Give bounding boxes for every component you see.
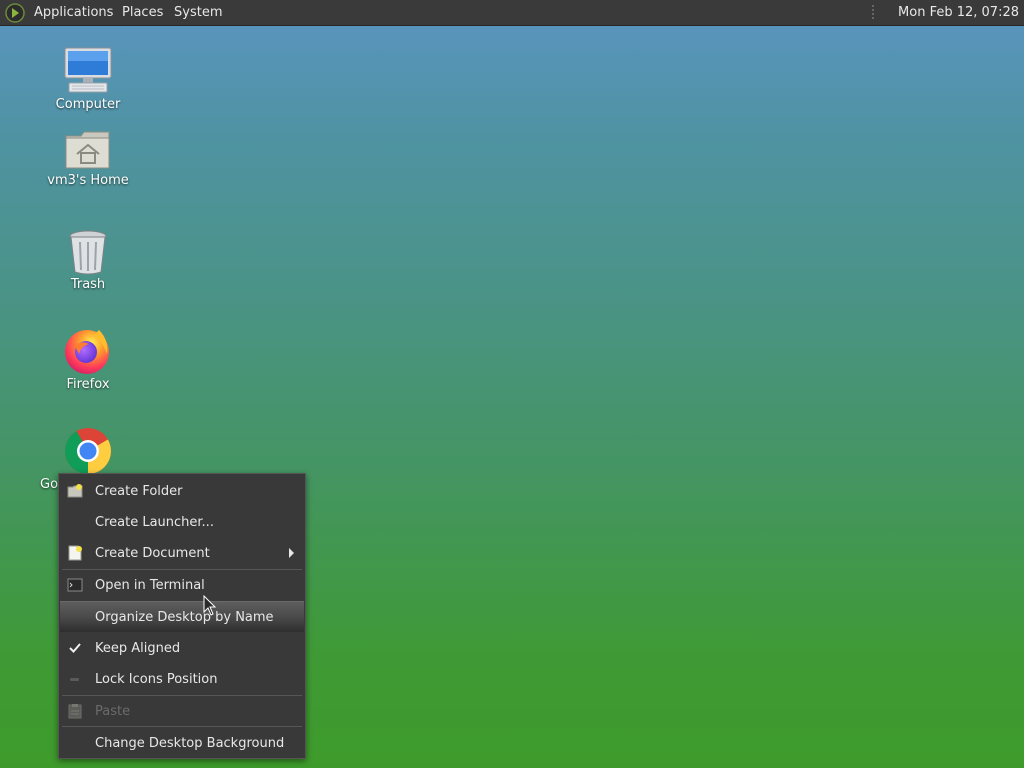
- desktop-icon-label: Computer: [55, 97, 121, 112]
- menu-item-label: Lock Icons Position: [95, 672, 218, 687]
- menu-item-open-terminal[interactable]: Open in Terminal: [60, 570, 304, 600]
- desktop-icon-trash[interactable]: Trash: [38, 228, 138, 292]
- folder-new-icon: [67, 484, 83, 498]
- menu-item-label: Create Document: [95, 546, 210, 561]
- firefox-icon: [65, 330, 109, 374]
- trash-icon: [69, 230, 107, 275]
- menu-item-paste: Paste: [60, 696, 304, 726]
- desktop-context-menu: Create Folder Create Launcher... Create …: [58, 473, 306, 759]
- menu-item-create-launcher[interactable]: Create Launcher...: [60, 507, 304, 537]
- menu-item-keep-aligned[interactable]: Keep Aligned: [60, 633, 304, 663]
- document-new-icon: [68, 545, 82, 561]
- places-menu[interactable]: Places: [122, 4, 163, 21]
- clock[interactable]: Mon Feb 12, 07:28: [898, 4, 1019, 21]
- home-folder-icon: [65, 131, 110, 169]
- submenu-arrow-icon: [289, 548, 294, 558]
- menu-item-label: Change Desktop Background: [95, 736, 285, 751]
- computer-icon: [64, 47, 112, 93]
- desktop-icon-home[interactable]: vm3's Home: [38, 128, 138, 188]
- applications-menu[interactable]: Applications: [34, 4, 113, 21]
- menu-item-label: Create Launcher...: [95, 515, 214, 530]
- menu-item-create-document[interactable]: Create Document: [60, 538, 304, 568]
- menu-item-label: Keep Aligned: [95, 641, 181, 656]
- menu-item-organize-desktop[interactable]: Organize Desktop by Name: [60, 601, 304, 632]
- clipboard-icon: [68, 704, 82, 719]
- menu-item-change-background[interactable]: Change Desktop Background: [60, 728, 304, 758]
- chrome-icon: [65, 428, 111, 474]
- mouse-pointer-icon: [203, 595, 217, 616]
- desktop-icon-computer[interactable]: Computer: [38, 46, 138, 112]
- menu-item-label: Organize Desktop by Name: [95, 610, 274, 625]
- toggle-off-icon: [70, 678, 79, 681]
- system-menu[interactable]: System: [174, 4, 222, 21]
- menu-item-label: Paste: [95, 704, 131, 719]
- panel-separator-handle[interactable]: [871, 4, 875, 21]
- menu-item-label: Open in Terminal: [95, 578, 205, 593]
- desktop-icon-label: vm3's Home: [47, 173, 129, 188]
- check-icon: [69, 643, 81, 653]
- menu-item-label: Create Folder: [95, 484, 183, 499]
- terminal-icon: [67, 578, 83, 592]
- desktop-icon-label: Firefox: [66, 377, 110, 392]
- menu-separator: [62, 726, 302, 727]
- menu-item-create-folder[interactable]: Create Folder: [60, 476, 304, 506]
- top-panel: Applications Places System Mon Feb 12, 0…: [0, 0, 1024, 26]
- desktop-icon-firefox[interactable]: Firefox: [38, 326, 138, 392]
- mate-logo-icon[interactable]: [5, 3, 25, 23]
- desktop-icon-label: Trash: [70, 277, 106, 292]
- menu-item-lock-icons[interactable]: Lock Icons Position: [60, 664, 304, 694]
